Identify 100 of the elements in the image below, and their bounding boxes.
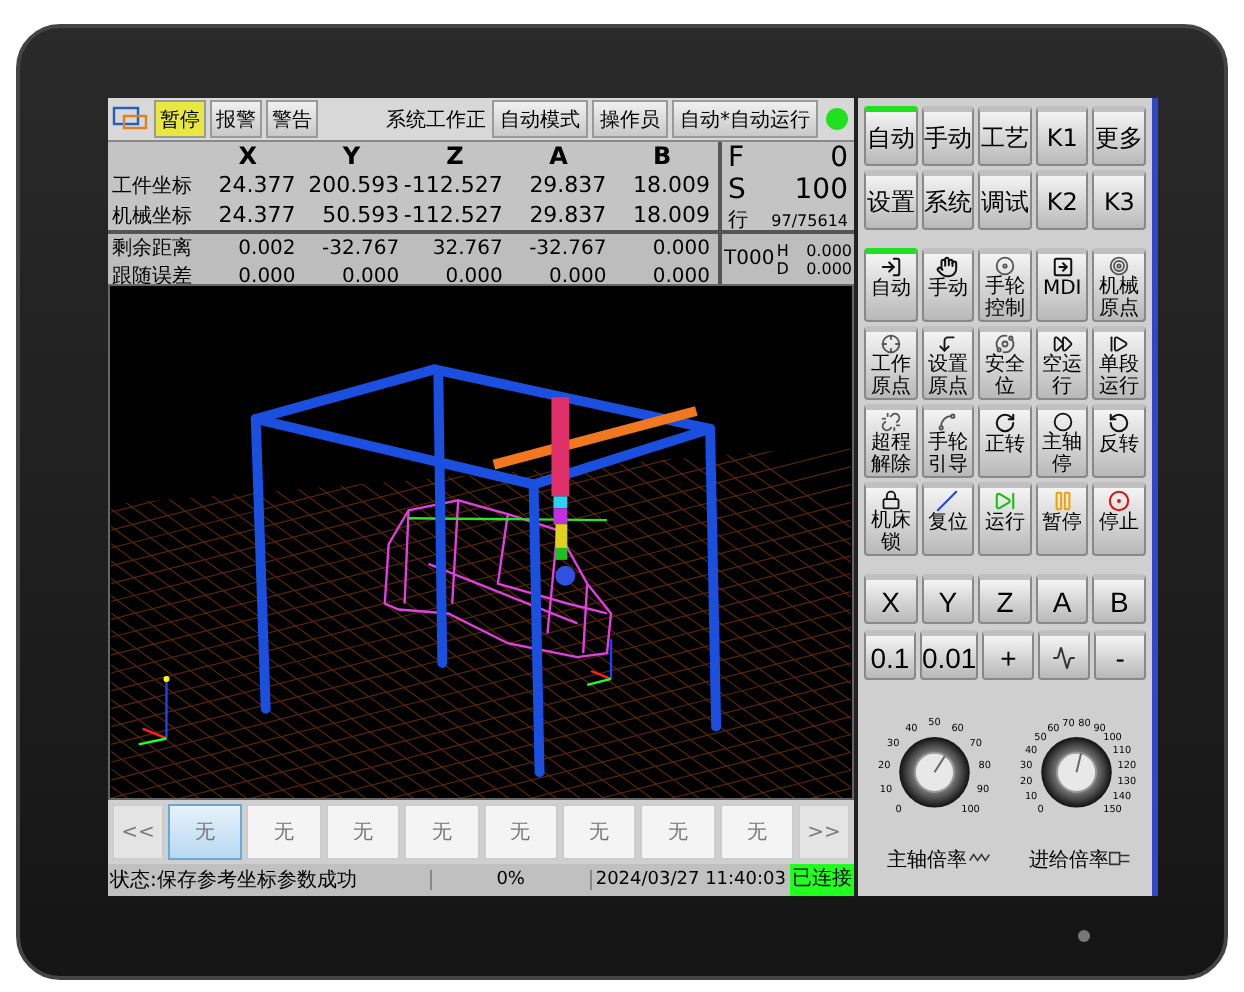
mode-key[interactable]: 自动: [864, 106, 918, 166]
progress-text: 0%: [429, 870, 590, 890]
unlink-icon: [879, 412, 902, 432]
plug-icon: [1108, 850, 1130, 865]
function-key[interactable]: 超程解除: [864, 404, 918, 478]
program-slot[interactable]: 无: [325, 804, 401, 860]
mode-key[interactable]: K1: [1035, 106, 1089, 166]
step-key[interactable]: 0.1: [864, 630, 916, 680]
program-slot[interactable]: 无: [561, 804, 637, 860]
function-key[interactable]: 自动: [864, 248, 918, 322]
toolbar-tab[interactable]: 暂停: [154, 100, 206, 138]
function-key[interactable]: 停止: [1092, 482, 1146, 556]
row-label: 工件坐标: [112, 173, 194, 200]
axis-heading: B: [651, 142, 674, 171]
disc-icon: [993, 256, 1016, 276]
toolbar-tab[interactable]: 警告: [266, 100, 318, 138]
target-icon: [1108, 256, 1131, 276]
error-value: -32.767: [319, 237, 402, 259]
stop-icon: [1108, 490, 1131, 512]
function-key[interactable]: 运行: [978, 482, 1032, 556]
error-value: 0.000: [443, 265, 505, 287]
function-key[interactable]: 工作原点: [864, 326, 918, 400]
step-forward-icon: [1108, 334, 1131, 354]
system-status: 系统工作正: [386, 107, 486, 133]
row-label: 机械坐标: [112, 203, 194, 230]
hand-icon: [936, 256, 959, 278]
pause-icon: [1051, 490, 1074, 512]
program-slot[interactable]: 无: [640, 804, 716, 860]
coordinate-value: 24.377: [216, 172, 298, 199]
slash-icon: [936, 490, 959, 512]
axis-key[interactable]: A: [1035, 574, 1089, 624]
axis-key[interactable]: B: [1092, 574, 1146, 624]
coordinate-value: 29.837: [527, 202, 609, 229]
function-key[interactable]: 反转: [1092, 404, 1146, 478]
error-value: 0.000: [650, 237, 712, 259]
mode-key[interactable]: 手动: [921, 106, 975, 166]
step-key[interactable]: -: [1094, 630, 1146, 680]
step-key[interactable]: [1038, 630, 1091, 680]
axis-key[interactable]: Z: [978, 574, 1032, 624]
coordinate-value: 29.837: [527, 172, 609, 199]
axis-heading: X: [236, 142, 260, 171]
knob-label: 主轴倍率: [886, 849, 967, 872]
error-value: 0.000: [236, 265, 298, 287]
mode-key[interactable]: K3: [1092, 170, 1146, 230]
mode-key[interactable]: 调试: [978, 170, 1032, 230]
feed-value: 0: [828, 142, 848, 174]
function-key[interactable]: 手动: [921, 248, 975, 322]
rotary-knob[interactable]: [899, 736, 970, 807]
previous-page-button[interactable]: <<: [112, 804, 164, 860]
function-key[interactable]: 空运行: [1035, 326, 1089, 400]
coordinate-value: 18.009: [630, 202, 712, 229]
offset-value: 0.000: [804, 241, 852, 259]
rotate-ccw-icon: [1108, 412, 1131, 434]
function-key[interactable]: 暂停: [1035, 482, 1089, 556]
feed-label: F: [728, 142, 747, 174]
line-value: 97/75614: [769, 211, 848, 229]
function-key[interactable]: 手轮控制: [978, 248, 1032, 322]
function-key[interactable]: MDI: [1035, 248, 1089, 322]
mode-key[interactable]: 系统: [921, 170, 975, 230]
curve-icon: [936, 412, 959, 432]
mode-key[interactable]: 设置: [864, 170, 918, 230]
mode-key[interactable]: K2: [1035, 170, 1089, 230]
axis-key[interactable]: X: [864, 574, 918, 624]
function-key[interactable]: 机械原点: [1092, 248, 1146, 322]
program-slot[interactable]: 无: [168, 804, 243, 860]
error-value: 0.000: [339, 265, 402, 287]
toolbar-button[interactable]: 操作员: [592, 100, 668, 138]
step-key[interactable]: +: [982, 630, 1035, 680]
mode-key[interactable]: 工艺: [978, 106, 1032, 166]
toolbar-button[interactable]: 自动模式: [492, 100, 588, 138]
coordinate-value: 50.593: [320, 202, 402, 229]
status-message: 状态:保存参考坐标参数成功: [108, 867, 359, 894]
program-slot[interactable]: 无: [483, 804, 558, 860]
next-page-button[interactable]: >>: [798, 804, 850, 860]
axis-key[interactable]: Y: [921, 574, 975, 624]
function-key[interactable]: 主轴停: [1035, 404, 1089, 478]
offset-label: D: [776, 259, 789, 277]
offset-value: 0.000: [804, 259, 852, 277]
function-key[interactable]: 复位: [921, 482, 975, 556]
orbit-icon: [993, 334, 1016, 354]
function-key[interactable]: 安全位: [978, 326, 1032, 400]
toolbar-tab[interactable]: 报警: [210, 100, 262, 138]
mode-key[interactable]: 更多: [1092, 106, 1146, 166]
step-key[interactable]: 0.01: [919, 630, 979, 680]
toolbar-button[interactable]: 自动*自动运行: [672, 100, 818, 138]
function-key[interactable]: 设置原点: [921, 326, 975, 400]
function-key[interactable]: 机床锁: [864, 482, 918, 556]
error-value: 0.000: [650, 265, 712, 287]
wave-icon: [1052, 645, 1077, 669]
program-slot[interactable]: 无: [719, 804, 794, 860]
coordinate-value: -112.527: [403, 172, 505, 199]
function-key[interactable]: 正转: [978, 404, 1032, 478]
program-slot[interactable]: 无: [404, 804, 479, 860]
program-slot[interactable]: 无: [246, 804, 322, 860]
error-value: 32.767: [430, 237, 505, 259]
play-icon: [993, 490, 1016, 512]
coordinate-value: -112.527: [403, 202, 505, 229]
function-key[interactable]: 手轮引导: [921, 404, 975, 478]
function-key[interactable]: 单段运行: [1092, 326, 1146, 400]
row-label: 剩余距离: [112, 235, 194, 262]
